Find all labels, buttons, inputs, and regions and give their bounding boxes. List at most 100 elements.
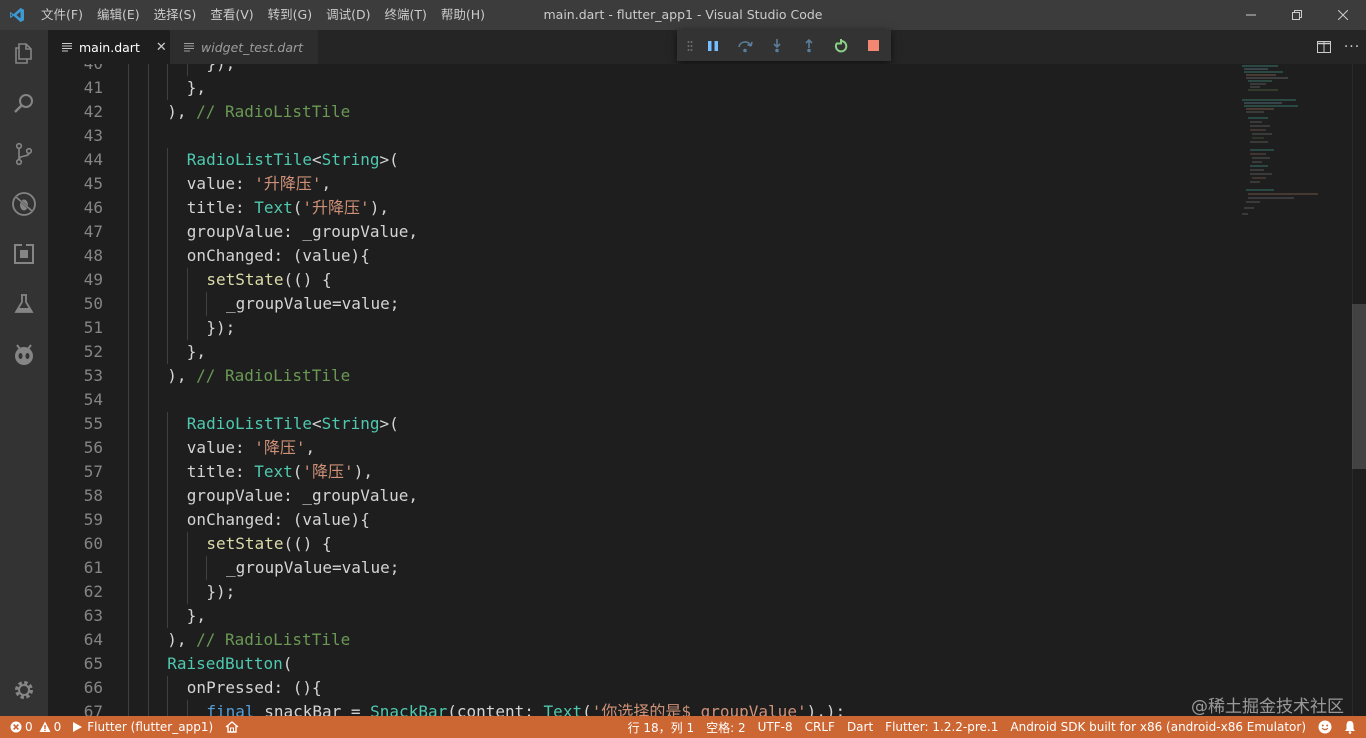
indent-guide	[186, 700, 188, 716]
cursor-position[interactable]: 行 18，列 1	[622, 716, 701, 738]
source-control-button[interactable]	[0, 130, 48, 178]
indent-guide	[128, 268, 129, 292]
indent-guide	[147, 172, 149, 196]
drag-handle-icon[interactable]	[683, 30, 697, 61]
line-number: 50	[83, 294, 103, 313]
indentation-status[interactable]: 空格: 2	[700, 716, 752, 738]
code-line[interactable]: 61 _groupValue=value;	[48, 556, 1228, 580]
search-button[interactable]	[0, 80, 48, 128]
code-line[interactable]: 45 value: '升降压',	[48, 172, 1228, 196]
code-line[interactable]: 46 title: Text('升降压'),	[48, 196, 1228, 220]
flutter-outline-button[interactable]	[0, 330, 48, 378]
extensions-button[interactable]	[0, 230, 48, 278]
indent-guide	[167, 532, 169, 556]
code-line[interactable]: 43	[48, 124, 1228, 148]
code-token: ,	[321, 174, 332, 193]
code-line[interactable]: 40});	[48, 64, 1228, 76]
code-line[interactable]: 41},	[48, 76, 1228, 100]
code-line[interactable]: 62});	[48, 580, 1228, 604]
code-line[interactable]: 54	[48, 388, 1228, 412]
code-line[interactable]: 48 onChanged: (value){	[48, 244, 1228, 268]
code-line[interactable]: 50 _groupValue=value;	[48, 292, 1228, 316]
pause-icon	[708, 40, 718, 51]
tab-main-dart[interactable]: main.dart ✕	[48, 30, 170, 64]
code-token: String	[321, 150, 380, 169]
home-button[interactable]	[219, 716, 245, 738]
close-tab-icon[interactable]: ✕	[156, 40, 167, 55]
vertical-scrollbar[interactable]	[1352, 64, 1366, 716]
line-number: 45	[83, 174, 103, 193]
explorer-button[interactable]	[0, 30, 48, 78]
code-token: '你选择的是$_groupValue'	[591, 702, 807, 716]
step-into-button[interactable]	[761, 30, 793, 61]
code-line[interactable]: 49 setState(() {	[48, 268, 1228, 292]
code-line[interactable]: 66 onPressed: (){	[48, 676, 1228, 700]
indent-guide	[147, 268, 149, 292]
tab-widget-test-dart[interactable]: widget_test.dart	[170, 30, 318, 64]
encoding-status[interactable]: UTF-8	[752, 716, 799, 738]
notifications-button[interactable]	[1338, 716, 1366, 738]
minimap[interactable]	[1238, 64, 1338, 224]
manage-button[interactable]	[0, 666, 48, 714]
code-line[interactable]: 53), // RadioListTile	[48, 364, 1228, 388]
code-line[interactable]: 58 groupValue: _groupValue,	[48, 484, 1228, 508]
code-line[interactable]: 65 RaisedButton(	[48, 652, 1228, 676]
code-text: title: Text('降压'),	[187, 460, 373, 484]
more-actions-button[interactable]: ···	[1338, 30, 1366, 64]
code-line[interactable]: 59 onChanged: (value){	[48, 508, 1228, 532]
code-line[interactable]: 63},	[48, 604, 1228, 628]
indent-guide	[167, 292, 169, 316]
code-line[interactable]: 47 groupValue: _groupValue,	[48, 220, 1228, 244]
indent-guide	[128, 340, 129, 364]
indent-guide	[128, 628, 129, 652]
code-line[interactable]: 44 RadioListTile<String>(	[48, 148, 1228, 172]
testing-button[interactable]	[0, 280, 48, 328]
debug-session-status[interactable]: Flutter (flutter_app1)	[67, 716, 219, 738]
code-line[interactable]: 52},	[48, 340, 1228, 364]
code-token: _groupValue=value;	[226, 294, 400, 313]
debug-button[interactable]	[0, 180, 48, 228]
menu-terminal[interactable]: 终端(T)	[377, 0, 433, 30]
code-line[interactable]: 67 final snackBar = SnackBar(content: Tex…	[48, 700, 1228, 716]
code-line[interactable]: 60 setState(() {	[48, 532, 1228, 556]
close-window-button[interactable]	[1320, 0, 1366, 30]
restore-button[interactable]	[1274, 0, 1320, 30]
menu-debug[interactable]: 调试(D)	[319, 0, 377, 30]
eol-status[interactable]: CRLF	[799, 716, 841, 738]
menu-view[interactable]: 查看(V)	[203, 0, 260, 30]
problems-status[interactable]: 0 0	[0, 716, 67, 738]
menu-selection[interactable]: 选择(S)	[147, 0, 204, 30]
indent-guide	[167, 604, 169, 628]
code-line[interactable]: 55 RadioListTile<String>(	[48, 412, 1228, 436]
step-over-button[interactable]	[729, 30, 761, 61]
file-lines-icon	[184, 42, 195, 52]
menu-help[interactable]: 帮助(H)	[434, 0, 492, 30]
code-line[interactable]: 42), // RadioListTile	[48, 100, 1228, 124]
stop-icon	[867, 40, 879, 51]
feedback-button[interactable]	[1312, 716, 1338, 738]
code-line[interactable]: 51});	[48, 316, 1228, 340]
code-editor[interactable]: 40});41},42), // RadioListTile4344RadioL…	[48, 64, 1366, 716]
split-editor-button[interactable]	[1310, 30, 1338, 64]
stop-button[interactable]	[857, 30, 889, 61]
menu-file[interactable]: 文件(F)	[34, 0, 90, 30]
menu-edit[interactable]: 编辑(E)	[90, 0, 147, 30]
language-mode[interactable]: Dart	[841, 716, 879, 738]
step-out-button[interactable]	[793, 30, 825, 61]
line-number: 64	[83, 630, 103, 649]
code-line[interactable]: 57 title: Text('降压'),	[48, 460, 1228, 484]
pause-button[interactable]	[697, 30, 729, 61]
code-token: Text	[254, 462, 293, 481]
code-token: value:	[186, 438, 255, 457]
menu-go[interactable]: 转到(G)	[261, 0, 319, 30]
code-line[interactable]: 56 value: '降压',	[48, 436, 1228, 460]
restart-button[interactable]	[825, 30, 857, 61]
scrollbar-thumb[interactable]	[1352, 304, 1366, 469]
device-selector[interactable]: Android SDK built for x86 (android-x86 E…	[1004, 716, 1312, 738]
code-line[interactable]: 64), // RadioListTile	[48, 628, 1228, 652]
indent-guide	[128, 700, 129, 716]
smiley-icon	[1318, 720, 1332, 734]
flutter-version[interactable]: Flutter: 1.2.2-pre.1	[879, 716, 1004, 738]
minimize-button[interactable]	[1228, 0, 1274, 30]
line-number: 52	[83, 342, 103, 361]
